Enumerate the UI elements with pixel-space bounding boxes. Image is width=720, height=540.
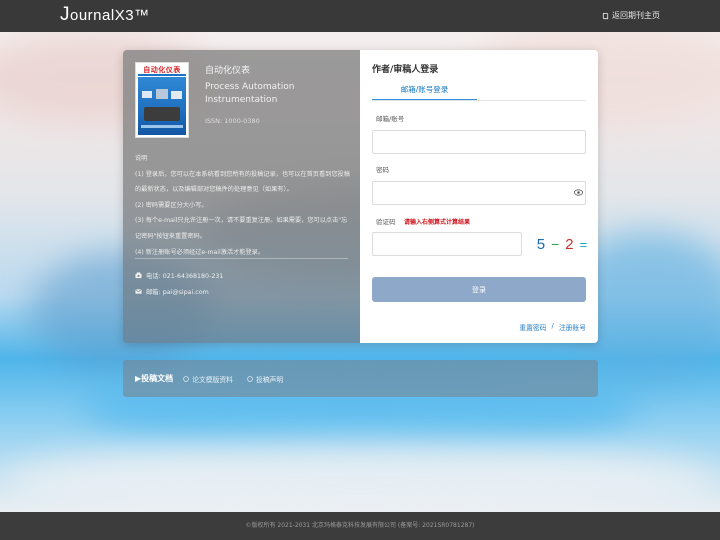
- notes-title: 说明: [135, 155, 148, 162]
- captcha-char: −: [551, 236, 560, 252]
- reset-password-link[interactable]: 重置密码: [519, 322, 546, 332]
- journal-name-en: Process Automation Instrumentation: [205, 82, 295, 105]
- login-form-panel: 作者/审稿人登录 邮箱/账号登录 邮箱/账号 密码 验证码 请输入右侧算式计算结…: [360, 50, 598, 343]
- tab-email-login[interactable]: 邮箱/账号登录: [372, 81, 477, 101]
- captcha-label: 验证码: [376, 218, 396, 226]
- eye-icon[interactable]: [574, 189, 583, 196]
- circle-icon: [183, 375, 189, 382]
- note-item: (3) 每个e-mail只允许注册一次，请不要重复注册。如果需要，您可以点击"忘…: [135, 217, 348, 240]
- journalx-logo[interactable]: JournalX3™: [60, 4, 150, 26]
- contact-phone-text: 电话: 021-64368180-231: [146, 273, 224, 280]
- logo-text: ournalX3™: [70, 7, 150, 24]
- phone-icon: [135, 272, 142, 279]
- contact-phone: 电话: 021-64368180-231: [135, 271, 223, 280]
- back-home-link[interactable]: 返回期刊主页: [602, 10, 660, 21]
- book-icon: [602, 12, 609, 19]
- doc-link-statement[interactable]: 投稿声明: [247, 374, 283, 384]
- top-bar: JournalX3™ 返回期刊主页: [0, 0, 720, 32]
- captcha-hint: 请输入右侧算式计算结果: [404, 219, 471, 226]
- login-card: 自动化仪表 自动化仪表 Process Automation Instrumen…: [123, 50, 598, 343]
- cover-art: [138, 77, 186, 135]
- link-separator: /: [551, 322, 554, 330]
- note-item: (1) 登录后，您可以在本系统看到您所有的投稿记录，也可以在首页看到您投稿的最新…: [135, 170, 350, 194]
- note-item: (2) 密码需要区分大小写。: [135, 201, 208, 209]
- form-title: 作者/审稿人登录: [372, 65, 439, 75]
- cover-title: 自动化仪表: [138, 65, 186, 76]
- back-home-label: 返回期刊主页: [612, 11, 660, 20]
- submission-docs-bar: ▶投稿文档 论文模版资料 投稿声明: [123, 360, 598, 397]
- password-input[interactable]: [372, 181, 586, 205]
- journal-info-panel: 自动化仪表 自动化仪表 Process Automation Instrumen…: [123, 50, 360, 343]
- password-label: 密码: [376, 166, 389, 174]
- envelope-icon: [135, 289, 142, 294]
- journal-issn: ISSN: 1000-0380: [205, 117, 260, 125]
- doc-link-label: 论文模版资料: [192, 375, 233, 384]
- account-input[interactable]: [372, 130, 586, 154]
- journal-name-cn: 自动化仪表: [205, 66, 251, 76]
- logo-prefix: J: [60, 4, 70, 25]
- doc-link-template[interactable]: 论文模版资料: [183, 374, 233, 384]
- circle-icon: [247, 375, 253, 382]
- contact-email-text: 邮箱: pai@sipai.com: [146, 289, 209, 296]
- captcha-char: =: [579, 236, 588, 252]
- account-links: 重置密码 / 注册账号: [519, 322, 586, 332]
- account-label: 邮箱/账号: [376, 115, 405, 123]
- footer-copyright: ©版权所有 2021-2031 北京玛格泰克科技发展有限公司 (备案号: 202…: [0, 512, 720, 540]
- tab-underline: [372, 100, 586, 101]
- captcha-input[interactable]: [372, 232, 522, 256]
- contact-email: 邮箱: pai@sipai.com: [135, 287, 209, 296]
- docs-title: ▶投稿文档: [135, 374, 174, 383]
- register-link[interactable]: 注册账号: [559, 322, 586, 332]
- captcha-char: 5: [536, 235, 546, 253]
- info-divider: [135, 258, 348, 259]
- journal-cover-image: 自动化仪表: [135, 62, 189, 138]
- login-button[interactable]: 登录: [372, 277, 586, 302]
- captcha-char: 2: [565, 235, 574, 253]
- captcha-image[interactable]: 5 − 2 =: [536, 232, 588, 256]
- login-notes: 说明 (1) 登录后，您可以在本系统看到您所有的投稿记录，也可以在首页看到您投稿…: [135, 151, 351, 260]
- doc-link-label: 投稿声明: [255, 375, 284, 384]
